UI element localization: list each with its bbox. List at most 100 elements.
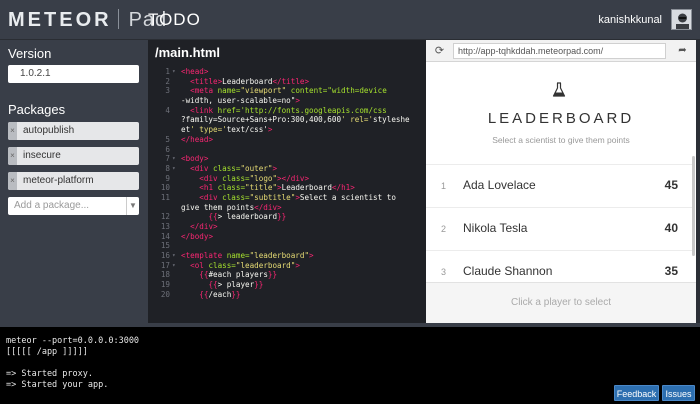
avatar-icon xyxy=(672,10,691,29)
leaderboard-subtitle: Select a scientist to give them points xyxy=(492,135,630,145)
flask-icon xyxy=(552,82,566,103)
fold-arrow-icon[interactable]: ▾ xyxy=(172,251,176,261)
code-line[interactable]: 20 {{/each}} xyxy=(148,290,426,300)
code-line[interactable]: ?family=Source+Sans+Pro:300,400,600' rel… xyxy=(148,115,426,125)
line-number: 20 xyxy=(160,289,170,299)
console-line: => Started your app. xyxy=(6,380,109,390)
code-line[interactable]: 5 </head> xyxy=(148,135,426,145)
package-item: × insecure xyxy=(8,147,139,165)
url-input[interactable]: http://app-tqhkddah.meteorpad.com/ xyxy=(453,43,666,59)
version-field[interactable]: 1.0.2.1 xyxy=(8,65,139,83)
line-number: 9 xyxy=(165,173,170,183)
code-line[interactable]: 8 ▾ <div class="outer"> xyxy=(148,164,426,174)
code-line[interactable]: 19 {{> player}} xyxy=(148,280,426,290)
player-score: 40 xyxy=(664,221,678,235)
code-text: <div class="logo"></div> xyxy=(199,173,310,183)
remove-package-icon[interactable]: × xyxy=(8,122,17,140)
code-line[interactable]: 11 <div class="subtitle">Select a scient… xyxy=(148,193,426,203)
code-text: et' type='text/css'> xyxy=(181,125,273,135)
line-number: 11 xyxy=(160,192,170,202)
line-number: 2 xyxy=(165,76,170,86)
fold-arrow-icon[interactable]: ▾ xyxy=(172,154,176,164)
package-name: insecure xyxy=(23,150,61,161)
issues-button[interactable]: Issues xyxy=(662,385,695,401)
add-package-input[interactable]: Add a package... ▼ xyxy=(8,197,139,215)
line-number: 8 xyxy=(165,163,170,173)
code-line[interactable]: 17 ▾ <ol class="leaderboard"> xyxy=(148,261,426,271)
code-line[interactable]: 14 </body> xyxy=(148,232,426,242)
code-line[interactable]: 1 ▾ <head> xyxy=(148,67,426,77)
player-name: Nikola Tesla xyxy=(463,221,528,235)
line-number: 18 xyxy=(160,270,170,280)
editor-filename: /main.html xyxy=(155,45,221,60)
player-row[interactable]: 2 Nikola Tesla 40 xyxy=(426,207,692,250)
code-line[interactable]: 6 xyxy=(148,145,426,155)
line-number: 7 xyxy=(165,154,170,164)
package-name: meteor-platform xyxy=(23,175,94,186)
meteorpad-logo[interactable]: METEOR Pad xyxy=(8,9,167,32)
fold-arrow-icon[interactable]: ▾ xyxy=(172,164,176,174)
code-text: </div> xyxy=(190,222,218,231)
chevron-down-icon[interactable]: ▼ xyxy=(126,197,139,215)
fold-arrow-icon[interactable]: ▾ xyxy=(172,67,176,77)
player-rank: 2 xyxy=(441,224,447,234)
code-text: <ol class="leaderboard"> xyxy=(190,260,300,270)
code-text: give them points</div> xyxy=(181,202,282,212)
code-line[interactable]: 3 <meta name="viewport" content="width=d… xyxy=(148,86,426,96)
code-text: {{> leaderboard}} xyxy=(208,212,287,222)
code-editor[interactable]: /main.html 1 ▾ <head> 2 <title>Leaderboard<… xyxy=(148,40,426,323)
code-line[interactable]: 2 <title>Leaderboard</title> xyxy=(148,77,426,87)
line-number: 6 xyxy=(165,144,170,154)
go-arrow-icon[interactable]: ➦ xyxy=(674,43,691,59)
code-text: <meta name="viewport" content="width=dev… xyxy=(190,86,387,96)
code-text: <head> xyxy=(181,67,209,76)
code-line[interactable]: 4 <link href='http://fonts.googleapis.co… xyxy=(148,106,426,116)
username[interactable]: kanishkkunal xyxy=(598,14,662,26)
line-number: 10 xyxy=(160,183,170,193)
line-number: 4 xyxy=(165,105,170,115)
code-line[interactable]: 10 <h1 class="title">Leaderboard</h1> xyxy=(148,183,426,193)
line-number: 15 xyxy=(160,241,170,251)
line-number: 13 xyxy=(160,222,170,231)
feedback-button[interactable]: Feedback xyxy=(614,385,659,401)
player-rank: 3 xyxy=(441,267,447,277)
code-text: <title>Leaderboard</title> xyxy=(190,76,310,86)
code-line[interactable]: 15 xyxy=(148,241,426,251)
line-number: 5 xyxy=(165,134,170,144)
player-row[interactable]: 1 Ada Lovelace 45 xyxy=(426,164,692,207)
code-text: <body> xyxy=(181,154,209,164)
code-text: <template name="leaderboard"> xyxy=(181,251,314,261)
fold-arrow-icon[interactable]: ▾ xyxy=(172,261,176,271)
url-bar: ⟳ http://app-tqhkddah.meteorpad.com/ ➦ xyxy=(426,40,696,62)
code-line[interactable]: 16 ▾ <template name="leaderboard"> xyxy=(148,251,426,261)
code-text: {{/each}} xyxy=(199,289,241,299)
code-line[interactable]: -width, user-scalable=no"> xyxy=(148,96,426,106)
sidebar: Version 1.0.2.1 Packages × autopublish ×… xyxy=(0,40,148,323)
app-title[interactable]: TODO xyxy=(148,10,201,30)
player-name: Ada Lovelace xyxy=(463,178,536,192)
code-lines[interactable]: 1 ▾ <head> 2 <title>Leaderboard</title> 3 <m… xyxy=(148,67,426,300)
code-line[interactable]: et' type='text/css'> xyxy=(148,125,426,135)
package-item: × autopublish xyxy=(8,122,139,140)
preview-scrollbar[interactable] xyxy=(692,156,695,256)
remove-package-icon[interactable]: × xyxy=(8,172,17,190)
code-line[interactable]: 12 {{> leaderboard}} xyxy=(148,212,426,222)
code-line[interactable]: 9 <div class="logo"></div> xyxy=(148,174,426,184)
code-text: <link href='http://fonts.googleapis.com/… xyxy=(190,105,387,115)
line-number: 17 xyxy=(160,260,170,270)
code-text: </body> xyxy=(181,231,214,241)
line-number: 3 xyxy=(165,86,170,96)
console-line: => Started proxy. xyxy=(6,369,93,379)
line-number: 12 xyxy=(160,212,170,222)
remove-package-icon[interactable]: × xyxy=(8,147,17,165)
code-line[interactable]: 13 </div> xyxy=(148,222,426,232)
code-text: ?family=Source+Sans+Pro:300,400,600' rel… xyxy=(181,115,410,125)
line-number: 1 xyxy=(165,67,170,76)
app-preview: ⟳ http://app-tqhkddah.meteorpad.com/ ➦ L… xyxy=(426,40,696,323)
code-line[interactable]: 7 ▾ <body> xyxy=(148,154,426,164)
code-line[interactable]: 18 {{#each players}} xyxy=(148,270,426,280)
reload-icon[interactable]: ⟳ xyxy=(431,43,448,59)
avatar[interactable] xyxy=(671,9,692,30)
code-line[interactable]: give them points</div> xyxy=(148,203,426,213)
add-package-placeholder: Add a package... xyxy=(14,200,90,211)
